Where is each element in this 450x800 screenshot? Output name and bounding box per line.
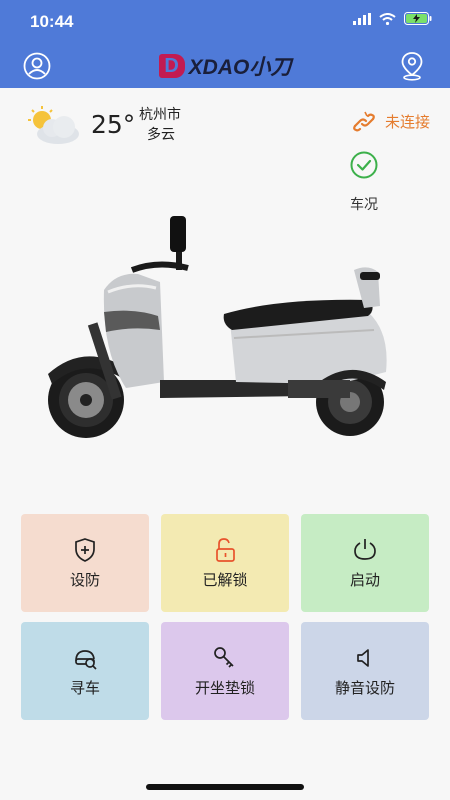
status-icons <box>353 12 432 25</box>
wifi-icon <box>379 12 396 25</box>
unlocked-padlock-icon <box>216 537 235 562</box>
app-header: 10:44 D XDAO小刀 <box>0 0 450 88</box>
start-label: 启动 <box>349 570 380 589</box>
scooter-image <box>48 216 387 438</box>
unlock-button[interactable]: 已解锁 <box>161 514 289 612</box>
find-car-button[interactable]: 寻车 <box>21 622 149 720</box>
battery-charging-icon <box>404 12 432 25</box>
profile-icon[interactable] <box>23 52 51 80</box>
shield-plus-icon <box>75 537 95 562</box>
vehicle-status-label: 车况 <box>350 197 378 213</box>
arm-label: 设防 <box>69 570 100 589</box>
speaker-mute-icon <box>357 648 369 667</box>
city-name: 杭州市 <box>139 107 181 123</box>
key-icon <box>214 646 234 668</box>
cellular-signal-icon <box>353 12 371 25</box>
vehicle-status-button[interactable]: 车况 <box>338 150 390 214</box>
weather-widget: 25° 杭州市 多云 <box>22 104 222 148</box>
location-pin-icon[interactable] <box>399 51 425 81</box>
connection-label: 未连接 <box>384 112 430 131</box>
temperature: 25° <box>91 110 136 139</box>
partly-cloudy-icon <box>28 106 79 144</box>
unlock-label: 已解锁 <box>202 570 248 589</box>
find-car-label: 寻车 <box>69 678 100 697</box>
home-indicator <box>146 784 304 790</box>
arm-button[interactable]: 设防 <box>21 514 149 612</box>
logo-mark: D <box>158 54 185 78</box>
seat-lock-label: 开坐垫锁 <box>194 678 255 697</box>
start-button[interactable]: 启动 <box>301 514 429 612</box>
brand-logo: D XDAO小刀 <box>145 50 305 82</box>
silent-arm-label: 静音设防 <box>334 678 395 697</box>
weather-condition: 多云 <box>147 127 175 143</box>
status-bar: 10:44 <box>0 0 450 44</box>
check-circle-icon <box>350 151 378 179</box>
find-car-icon <box>75 649 97 670</box>
silent-arm-button[interactable]: 静音设防 <box>301 622 429 720</box>
seat-lock-button[interactable]: 开坐垫锁 <box>161 622 289 720</box>
power-icon <box>354 538 376 560</box>
control-grid: 设防 已解锁 启动 寻车 开坐垫锁 静音设防 <box>21 514 429 722</box>
nav-bar: D XDAO小刀 <box>0 44 450 88</box>
logo-text: XDAO小刀 <box>188 56 292 79</box>
connection-status-button[interactable]: 未连接 <box>351 110 430 132</box>
status-time: 10:44 <box>30 12 74 31</box>
broken-link-icon <box>353 111 375 132</box>
